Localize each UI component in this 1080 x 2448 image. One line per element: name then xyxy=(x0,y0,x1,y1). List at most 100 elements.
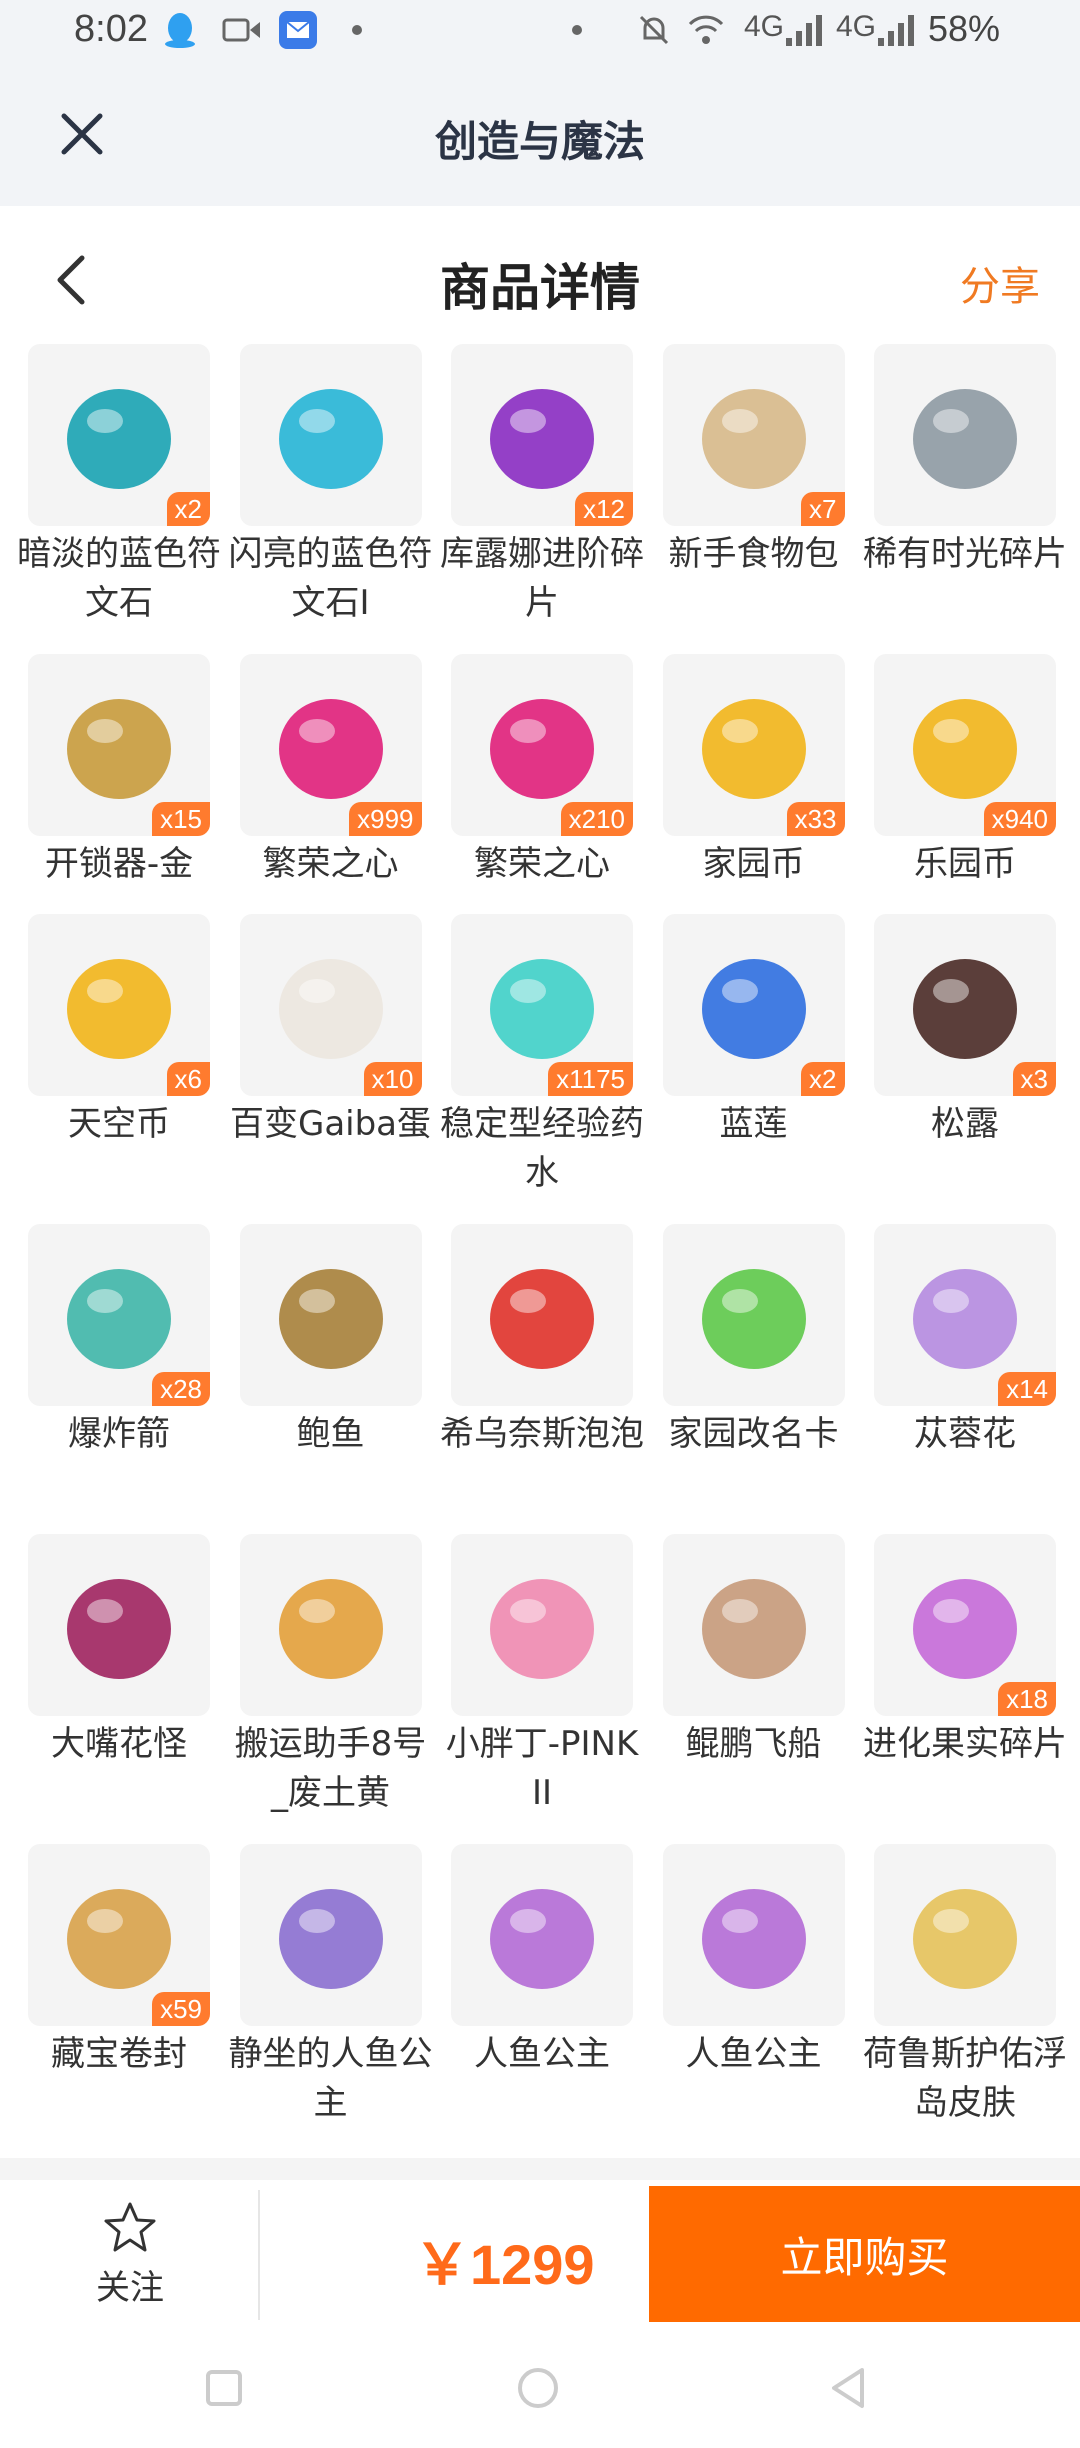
item-card[interactable]: x10 百变Gaiba蛋 xyxy=(230,914,431,1224)
item-card[interactable]: 希乌奈斯泡泡 xyxy=(440,1224,644,1534)
item-name: 暗淡的蓝色符文石 xyxy=(17,534,221,623)
item-card[interactable]: x12 库露娜进阶碎片 xyxy=(440,344,644,654)
recent-apps-icon[interactable] xyxy=(194,2358,254,2418)
item-thumbnail: x15 xyxy=(28,654,210,836)
item-card[interactable]: x28 爆炸箭 xyxy=(28,1224,210,1534)
item-name: 繁荣之心 xyxy=(262,844,399,884)
item-thumbnail: x28 xyxy=(28,1224,210,1406)
item-card[interactable]: x940 乐园币 xyxy=(874,654,1056,914)
food-bag-icon xyxy=(701,389,806,489)
floating-island-icon xyxy=(913,1889,1017,1989)
item-card[interactable]: x3 松露 xyxy=(874,914,1056,1224)
system-nav-bar xyxy=(0,2328,1080,2448)
item-name: 库露娜进阶碎片 xyxy=(440,534,644,623)
item-card[interactable]: x2 暗淡的蓝色符文石 xyxy=(17,344,221,654)
blue-lotus-icon xyxy=(701,959,806,1059)
item-card[interactable]: x15 开锁器-金 xyxy=(28,654,210,914)
item-name: 荷鲁斯护佑浮岛皮肤 xyxy=(863,2034,1067,2123)
item-thumbnail: x7 xyxy=(662,344,845,526)
time-fragment-icon xyxy=(913,389,1017,489)
item-name: 鲲鹏飞船 xyxy=(685,1724,822,1764)
item-card[interactable]: 鲍鱼 xyxy=(239,1224,422,1534)
item-thumbnail xyxy=(662,1224,845,1406)
item-card[interactable]: 稀有时光碎片 xyxy=(863,344,1067,654)
item-card[interactable]: x210 繁荣之心 xyxy=(451,654,633,914)
quantity-badge: x210 xyxy=(560,802,633,836)
item-name: 百变Gaiba蛋 xyxy=(229,1104,432,1144)
divider xyxy=(258,2190,260,2320)
quantity-badge: x6 xyxy=(166,1062,210,1096)
item-card[interactable]: 家园改名卡 xyxy=(662,1224,845,1534)
quantity-badge: x7 xyxy=(801,492,845,526)
item-card[interactable]: x18 进化果实碎片 xyxy=(863,1534,1067,1844)
golden-keys-icon xyxy=(67,699,171,799)
item-card[interactable]: 人鱼公主 xyxy=(451,1844,633,2154)
signal-icon xyxy=(876,10,916,50)
star-icon xyxy=(104,2202,156,2252)
quantity-badge: x59 xyxy=(152,1992,210,2026)
item-name: 鲍鱼 xyxy=(296,1414,365,1454)
price: ￥1299 xyxy=(414,2233,595,2296)
quantity-badge: x10 xyxy=(363,1062,422,1096)
item-card[interactable]: 静坐的人鱼公主 xyxy=(229,1844,433,2154)
abalone-icon xyxy=(278,1269,383,1369)
buy-now-button[interactable]: 立即购买 xyxy=(649,2186,1080,2322)
kuluna-fragment-icon xyxy=(490,389,594,489)
item-card[interactable]: x1175 稳定型经验药水 xyxy=(440,914,644,1224)
home-coin-icon xyxy=(701,699,806,799)
item-card[interactable]: x2 蓝莲 xyxy=(662,914,845,1224)
back-icon[interactable] xyxy=(820,2358,880,2418)
item-thumbnail: x1175 xyxy=(451,914,633,1096)
item-thumbnail: x12 xyxy=(451,344,633,526)
quantity-badge: x2 xyxy=(166,492,210,526)
item-card[interactable]: 搬运助手8号_废土黄 xyxy=(235,1534,426,1844)
red-flower-bubble-icon xyxy=(490,1269,594,1369)
signal-icon xyxy=(784,10,824,50)
wifi-icon xyxy=(686,10,726,50)
item-name: 家园改名卡 xyxy=(668,1414,839,1454)
exp-potion-icon xyxy=(490,959,594,1059)
item-card[interactable]: x33 家园币 xyxy=(662,654,845,914)
page-header: 商品详情 分享 xyxy=(0,206,1080,346)
item-card[interactable]: x14 苁蓉花 xyxy=(874,1224,1056,1534)
prosperity-heart-icon xyxy=(490,699,594,799)
item-card[interactable]: 人鱼公主 xyxy=(662,1844,845,2154)
piranha-plant-icon xyxy=(67,1579,171,1679)
item-name: 苁蓉花 xyxy=(914,1414,1016,1454)
dot-icon xyxy=(570,10,584,50)
item-card[interactable]: x7 新手食物包 xyxy=(662,344,845,654)
item-card[interactable]: 小胖丁-PINK II xyxy=(446,1534,638,1844)
item-thumbnail xyxy=(239,1534,422,1716)
mermaid-icon xyxy=(701,1889,806,1989)
status-bar: 8:02 4G 4G 58% xyxy=(0,0,1080,62)
gaiba-egg-icon xyxy=(278,959,383,1059)
prosperity-heart-icon xyxy=(278,699,383,799)
quantity-badge: x15 xyxy=(152,802,210,836)
item-card[interactable]: 闪亮的蓝色符文石I xyxy=(229,344,433,654)
quantity-badge: x12 xyxy=(575,492,633,526)
cistanche-flower-icon xyxy=(913,1269,1017,1369)
item-card[interactable]: x59 藏宝卷封 xyxy=(28,1844,210,2154)
qq-icon xyxy=(162,10,198,50)
item-name: 大嘴花怪 xyxy=(51,1724,187,1764)
home-icon[interactable] xyxy=(508,2358,568,2418)
item-name: 爆炸箭 xyxy=(68,1414,170,1454)
item-thumbnail: x2 xyxy=(662,914,845,1096)
item-card[interactable]: 鲲鹏飞船 xyxy=(662,1534,845,1844)
item-card[interactable]: x999 繁荣之心 xyxy=(239,654,422,914)
item-card[interactable]: 大嘴花怪 xyxy=(28,1534,210,1844)
bottom-bar: 关注 ￥1299 立即购买 xyxy=(0,2180,1080,2328)
item-card[interactable]: x6 天空币 xyxy=(28,914,210,1224)
quantity-badge: x999 xyxy=(349,802,422,836)
treasure-scroll-icon xyxy=(67,1889,171,1989)
item-thumbnail xyxy=(662,1534,845,1716)
truffle-icon xyxy=(913,959,1017,1059)
item-name: 蓝莲 xyxy=(719,1104,788,1144)
follow-label: 关注 xyxy=(96,2268,164,2308)
item-name: 搬运助手8号_废土黄 xyxy=(234,1724,427,1813)
status-time: 8:02 xyxy=(74,8,148,50)
share-button[interactable]: 分享 xyxy=(960,254,1040,312)
follow-button[interactable]: 关注 xyxy=(60,2200,200,2309)
item-name: 繁荣之心 xyxy=(474,844,610,884)
item-card[interactable]: 荷鲁斯护佑浮岛皮肤 xyxy=(863,1844,1067,2154)
